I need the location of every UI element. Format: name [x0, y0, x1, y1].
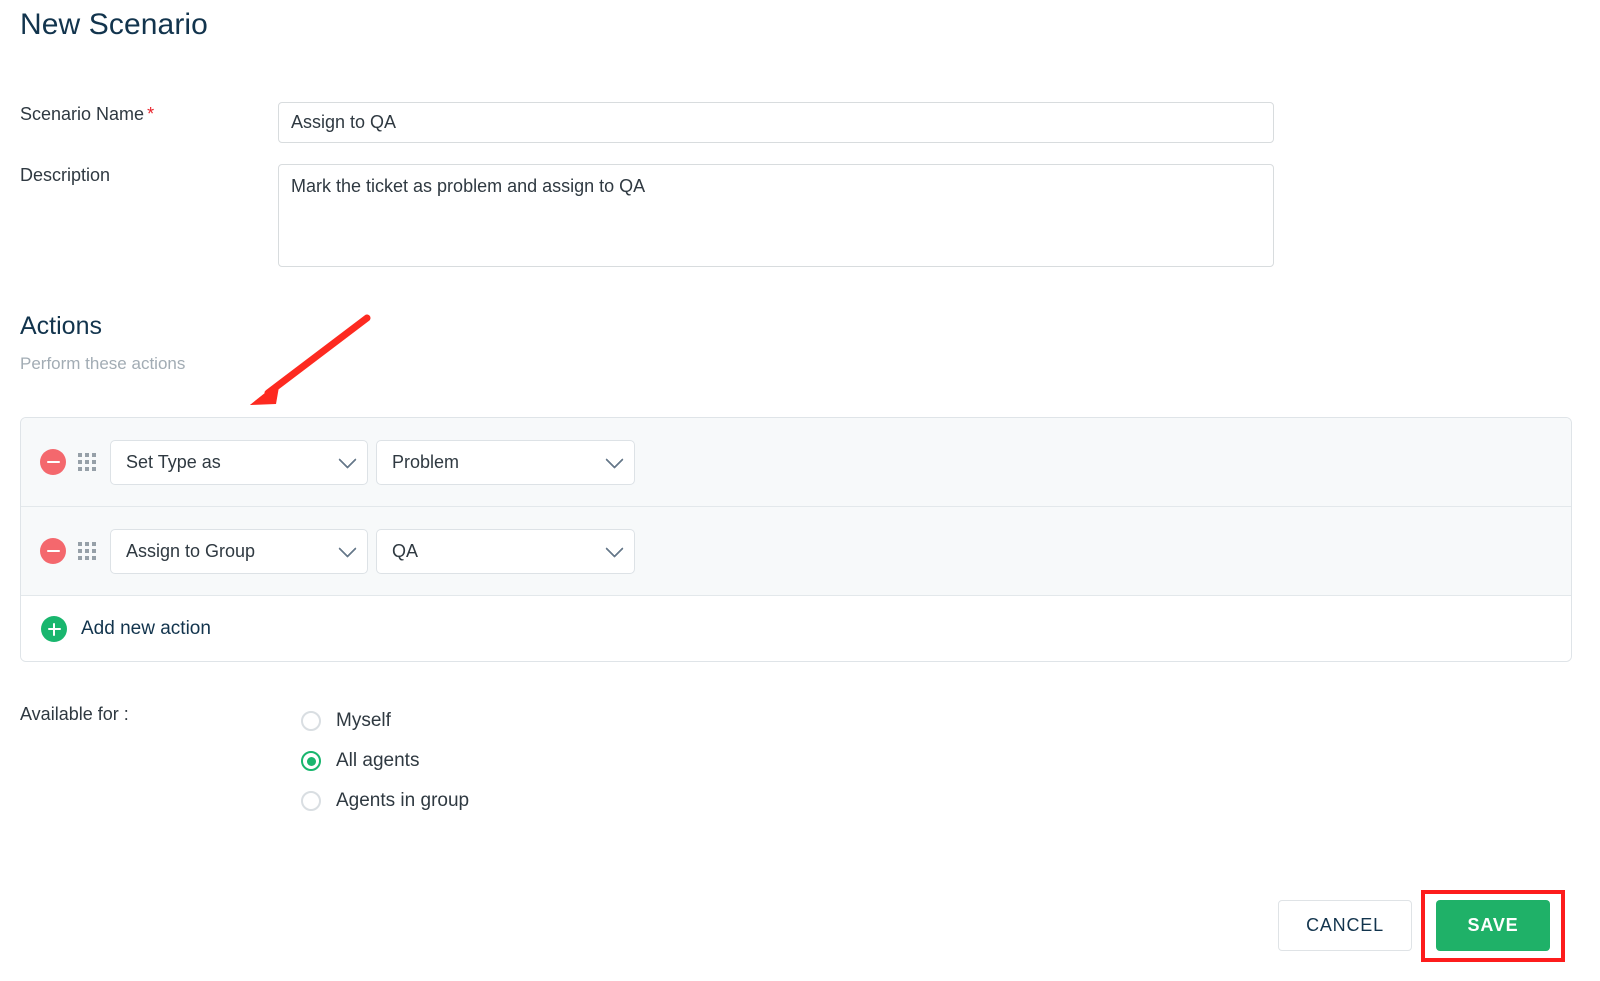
- cancel-button[interactable]: CANCEL: [1278, 900, 1412, 951]
- radio-option-agents-in-group[interactable]: Agents in group: [301, 781, 469, 821]
- add-new-action-label[interactable]: Add new action: [81, 618, 211, 640]
- scenario-name-label-text: Scenario Name: [20, 104, 145, 124]
- add-new-action-row[interactable]: Add new action: [21, 596, 1571, 661]
- action-type-select-1-value: Assign to Group: [126, 540, 256, 561]
- chevron-down-icon: [338, 450, 357, 469]
- minus-circle-icon[interactable]: [40, 449, 66, 475]
- scenario-name-input[interactable]: [278, 102, 1274, 143]
- action-value-select-0[interactable]: Problem: [376, 439, 635, 485]
- description-label: Description: [20, 165, 111, 185]
- actions-section-subtitle: Perform these actions: [20, 354, 186, 373]
- action-type-select-0[interactable]: Set Type as: [110, 439, 368, 485]
- scenario-name-label: Scenario Name *: [20, 104, 154, 125]
- radio-option-myself[interactable]: Myself: [301, 701, 469, 741]
- chevron-down-icon: [338, 539, 357, 558]
- drag-handle-icon[interactable]: [78, 453, 96, 471]
- action-type-select-1[interactable]: Assign to Group: [110, 528, 368, 574]
- action-value-select-1[interactable]: QA: [376, 528, 635, 574]
- radio-label-myself: Myself: [336, 710, 391, 731]
- drag-handle-icon[interactable]: [78, 542, 96, 560]
- available-for-radio-group: Myself All agents Agents in group: [301, 701, 469, 821]
- radio-indicator-agents-in-group[interactable]: [301, 791, 321, 811]
- required-asterisk-icon: *: [147, 104, 155, 124]
- available-for-label: Available for :: [20, 704, 129, 724]
- minus-circle-icon[interactable]: [40, 538, 66, 564]
- radio-option-all-agents[interactable]: All agents: [301, 741, 469, 781]
- actions-section-title: Actions: [20, 312, 102, 340]
- radio-label-all-agents: All agents: [336, 750, 420, 771]
- table-row: Assign to Group QA: [21, 507, 1571, 596]
- chevron-down-icon: [605, 450, 624, 469]
- plus-circle-icon[interactable]: [41, 616, 67, 642]
- action-value-select-1-value: QA: [392, 540, 419, 561]
- chevron-down-icon: [605, 539, 624, 558]
- table-row: Set Type as Problem: [21, 418, 1571, 507]
- radio-label-agents-in-group: Agents in group: [336, 790, 470, 811]
- description-textarea[interactable]: [278, 164, 1274, 267]
- action-type-select-0-value: Set Type as: [126, 451, 221, 472]
- page-title: New Scenario: [20, 8, 208, 41]
- actions-list-container: Set Type as Problem Assign to Group QA A…: [20, 417, 1572, 662]
- save-button[interactable]: SAVE: [1436, 900, 1550, 951]
- red-arrow-annotation: [250, 314, 371, 405]
- radio-indicator-all-agents[interactable]: [301, 751, 321, 771]
- action-value-select-0-value: Problem: [392, 451, 460, 472]
- radio-indicator-myself[interactable]: [301, 711, 321, 731]
